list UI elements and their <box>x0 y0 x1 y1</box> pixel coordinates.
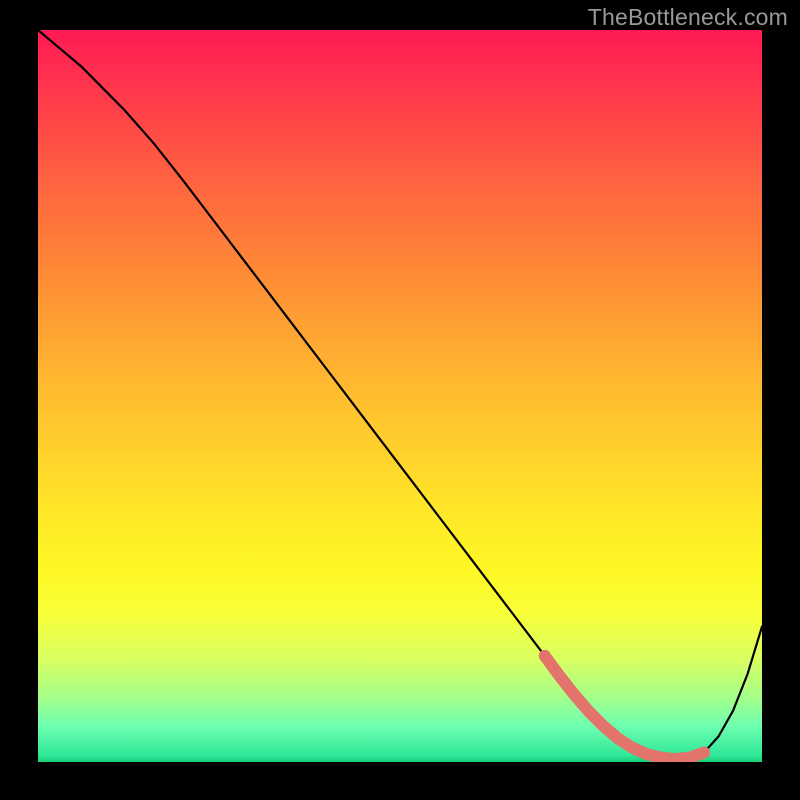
bottleneck-curve <box>38 30 762 759</box>
chart-frame: TheBottleneck.com <box>0 0 800 800</box>
watermark-text: TheBottleneck.com <box>588 4 788 31</box>
plot-area <box>38 30 762 762</box>
highlight-segment <box>545 656 704 759</box>
curve-overlay <box>38 30 762 762</box>
